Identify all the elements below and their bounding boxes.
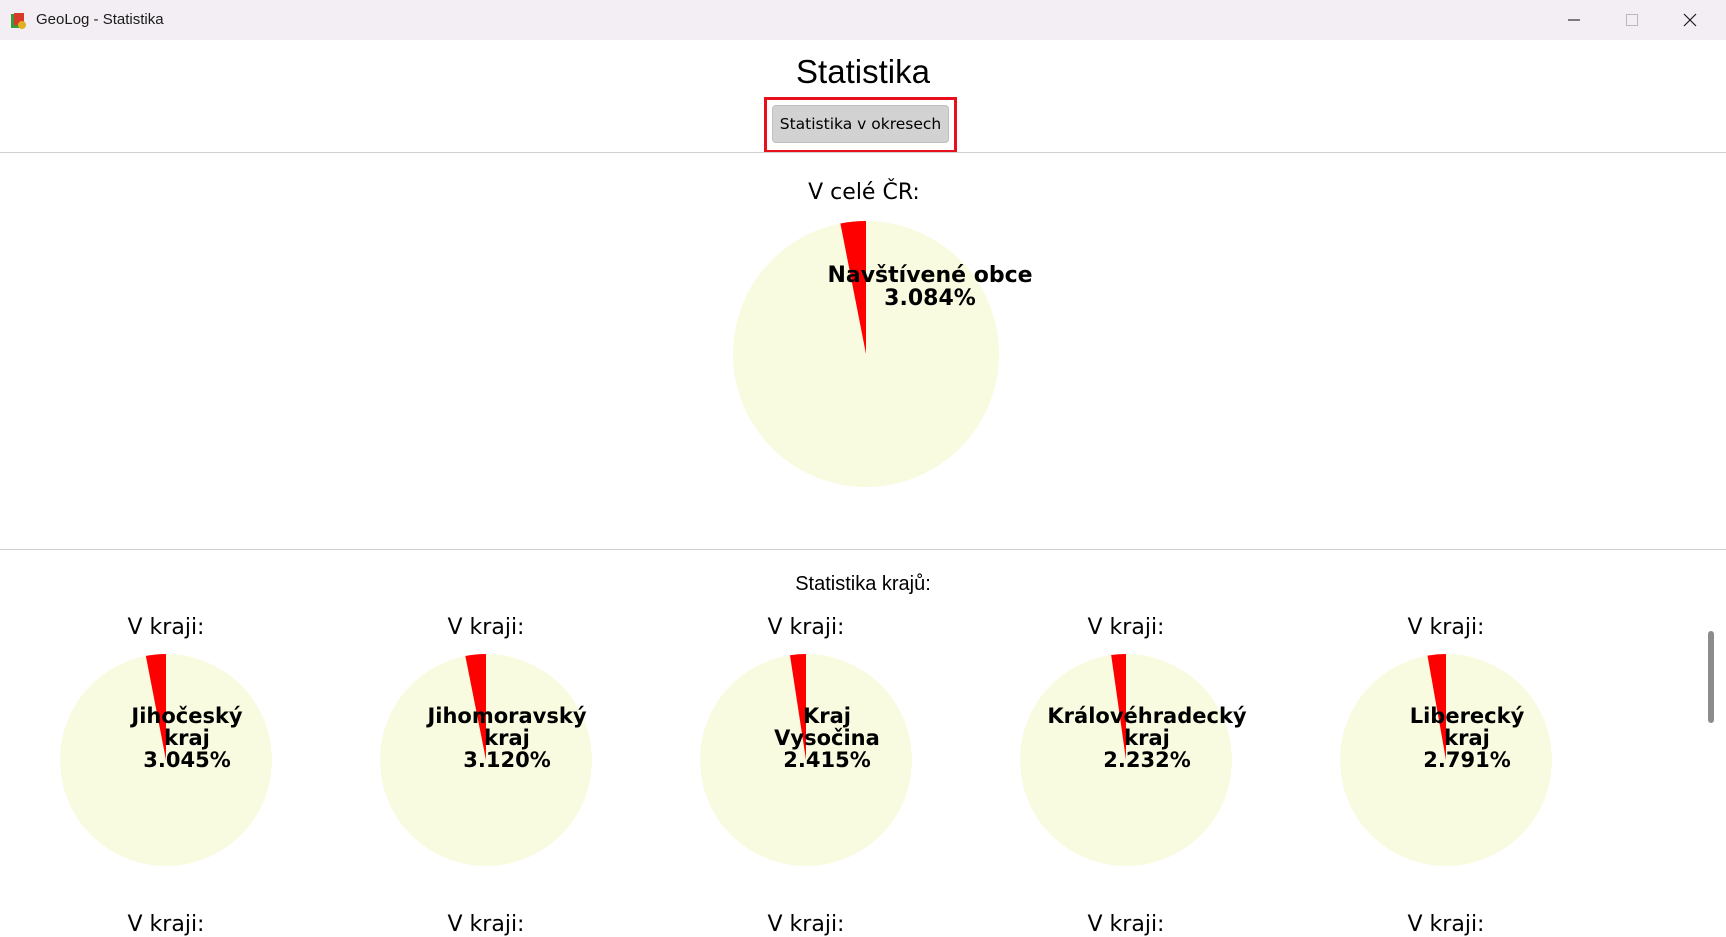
region-name-line: kraj	[1124, 726, 1170, 751]
next-row-region-label: V kraji:	[1087, 912, 1165, 937]
close-icon	[1683, 13, 1697, 27]
country-pie-label: Navštívené obce 3.084%	[780, 264, 1080, 310]
regions-section-title: Statistika krajů:	[795, 573, 931, 595]
maximize-button[interactable]	[1603, 0, 1661, 40]
geolog-app-icon	[11, 13, 26, 29]
page-title: Statistika	[796, 53, 930, 90]
region-percent: 3.045%	[143, 748, 231, 773]
region-label: V kraji:	[447, 615, 525, 640]
region-label: V kraji:	[1407, 615, 1485, 640]
window-title: GeoLog - Statistika	[36, 11, 164, 28]
region-pie-label: Liberecký kraj 2.791%	[1357, 705, 1577, 771]
window-titlebar: GeoLog - Statistika	[0, 0, 1726, 40]
next-row-region-label: V kraji:	[1407, 912, 1485, 937]
region-name-line: Kraj	[803, 704, 851, 728]
country-divider	[0, 549, 1726, 550]
region-label: V kraji:	[1087, 615, 1165, 640]
region-percent: 3.120%	[463, 748, 551, 773]
region-name-line: kraj	[1444, 726, 1490, 751]
next-row-region-label: V kraji:	[127, 912, 205, 937]
region-pie-label: Kraj Vysočina 2.415%	[717, 705, 937, 771]
region-pie-label: Jihomoravský kraj 3.120%	[397, 705, 617, 771]
country-slice-percent: 3.084%	[884, 286, 976, 312]
region-pie-label: Královéhradecký kraj 2.232%	[1037, 705, 1257, 771]
district-statistics-button[interactable]: Statistika v okresech	[772, 105, 949, 143]
region-label: V kraji:	[127, 615, 205, 640]
region-percent: 2.791%	[1423, 748, 1511, 773]
region-percent: 2.232%	[1103, 748, 1191, 773]
minimize-icon	[1568, 19, 1580, 21]
scrollbar-thumb[interactable]	[1708, 631, 1714, 723]
next-row-region-label: V kraji:	[767, 912, 845, 937]
region-pie-label: Jihočeský kraj 3.045%	[77, 705, 297, 771]
region-name-line: Liberecký	[1409, 704, 1525, 728]
region-name-line: kraj	[484, 726, 530, 751]
region-percent: 2.415%	[783, 748, 871, 773]
country-slice-name: Navštívené obce	[827, 263, 1033, 288]
maximize-icon	[1626, 14, 1638, 26]
region-name-line: kraj	[164, 726, 210, 751]
header-divider	[0, 152, 1726, 153]
region-name-line: Jihočeský	[131, 704, 243, 728]
region-name-line: Královéhradecký	[1047, 704, 1247, 728]
country-section-label: V celé ČR:	[808, 180, 920, 205]
region-name-line: Vysočina	[774, 726, 880, 751]
next-row-region-label: V kraji:	[447, 912, 525, 937]
close-button[interactable]	[1661, 0, 1719, 40]
minimize-button[interactable]	[1545, 0, 1603, 40]
region-name-line: Jihomoravský	[427, 704, 587, 728]
region-label: V kraji:	[767, 615, 845, 640]
country-pie-chart	[733, 221, 999, 487]
